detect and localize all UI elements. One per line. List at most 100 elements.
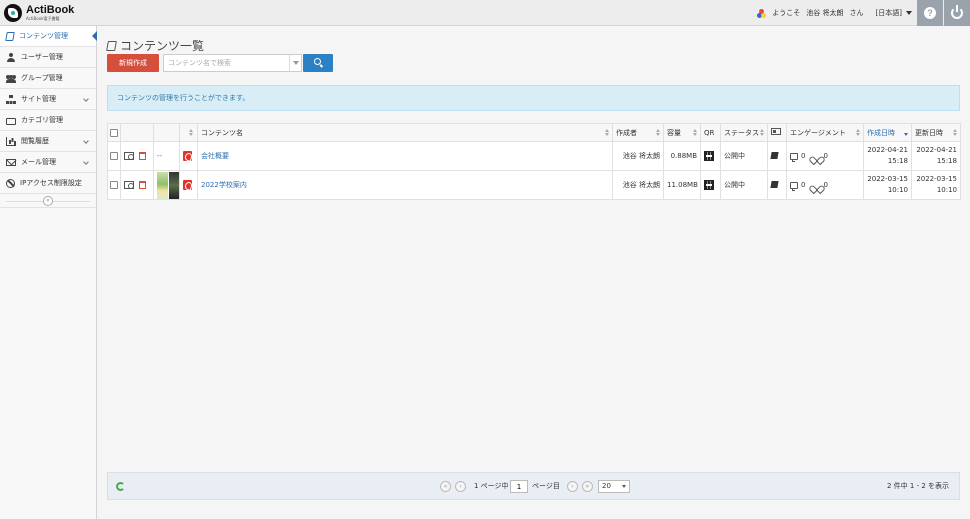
- sort-icon[interactable]: [189, 128, 193, 137]
- content-name-link[interactable]: 会社概要: [201, 152, 229, 160]
- content-table: コンテンツ名 作成者 容量 QR ステータス エンゲージメント 作成日時 更新日…: [107, 123, 961, 200]
- sidebar-item-label: メール管理: [21, 158, 56, 166]
- sidebar-collapse-row: «: [0, 194, 96, 208]
- updated-header[interactable]: 更新日時: [911, 123, 961, 142]
- sort-icon: [605, 129, 609, 137]
- book-icon: [106, 40, 117, 51]
- sidebar-item-categories[interactable]: カテゴリ管理: [0, 110, 96, 131]
- sidebar-item-mail[interactable]: メール管理: [0, 152, 96, 173]
- pdf-icon: [183, 151, 192, 161]
- updated-time: 10:10: [936, 186, 957, 194]
- sidebar-item-ip-restriction[interactable]: IPアクセス制限設定: [0, 173, 96, 194]
- sidebar-item-users[interactable]: ユーザー管理: [0, 47, 96, 68]
- row-author: 池谷 将太朗: [612, 141, 664, 171]
- group-icon: [6, 74, 16, 83]
- sidebar-item-label: カテゴリ管理: [21, 116, 63, 124]
- card-icon: [771, 128, 781, 135]
- sort-icon: [656, 129, 660, 137]
- trash-icon[interactable]: [139, 181, 146, 189]
- qr-code-icon[interactable]: [704, 180, 714, 190]
- next-page-button[interactable]: ›: [567, 481, 578, 492]
- last-page-button[interactable]: »: [582, 481, 593, 492]
- preview-icon[interactable]: [124, 181, 134, 189]
- updated-date: 2022-04-21: [916, 146, 957, 154]
- sort-icon: [760, 129, 764, 137]
- heart-icon: [812, 153, 820, 160]
- status-header[interactable]: ステータス: [720, 123, 768, 142]
- search-icon: [314, 58, 321, 65]
- search-button[interactable]: [303, 54, 333, 72]
- sidebar-item-label: グループ管理: [21, 74, 63, 82]
- pagination-summary: 2 件中 1 - 2 を表示: [886, 482, 949, 490]
- caret-down-icon: [906, 11, 912, 15]
- sidebar-item-label: IPアクセス制限設定: [20, 179, 82, 187]
- trash-icon[interactable]: [139, 152, 146, 160]
- content-name-link[interactable]: 2022学校案内: [201, 181, 247, 189]
- actions-header: [120, 123, 154, 142]
- logout-button[interactable]: [944, 0, 970, 26]
- engagement-header[interactable]: エンゲージメント: [786, 123, 864, 142]
- sort-icon: [953, 129, 957, 137]
- table-row: 2022学校案内 池谷 将太朗 11.08MB 公開中 00 2022-03-1…: [107, 170, 961, 200]
- sidebar-item-groups[interactable]: グループ管理: [0, 68, 96, 89]
- row-checkbox[interactable]: [110, 181, 118, 189]
- sidebar-item-label: 閲覧履歴: [21, 137, 49, 145]
- page-number-input[interactable]: [510, 480, 528, 493]
- author-header[interactable]: 作成者: [612, 123, 664, 142]
- type-card-header: [767, 123, 787, 142]
- sidebar-item-content[interactable]: コンテンツ管理: [0, 26, 97, 47]
- row-size: 11.08MB: [663, 170, 701, 200]
- sidebar-item-history[interactable]: 閲覧履歴: [0, 131, 96, 152]
- select-all-checkbox[interactable]: [110, 128, 118, 137]
- prev-page-button[interactable]: ‹: [455, 481, 466, 492]
- actibook-logo[interactable]: ActiBook ActiBook電子書籍: [4, 3, 96, 23]
- name-header[interactable]: コンテンツ名: [197, 123, 613, 142]
- row-status: 公開中: [720, 170, 768, 200]
- created-time: 10:10: [887, 186, 908, 194]
- comment-count: 0: [801, 181, 806, 189]
- honorific: さん: [849, 9, 864, 17]
- size-header[interactable]: 容量: [663, 123, 701, 142]
- qr-code-icon[interactable]: [704, 151, 714, 161]
- sort-icon: [856, 129, 860, 137]
- updated-time: 15:18: [936, 157, 957, 165]
- per-page-select[interactable]: 20: [598, 480, 630, 493]
- mail-icon: [6, 159, 16, 166]
- info-message: コンテンツの管理を行うことができます。: [107, 85, 960, 111]
- first-page-button[interactable]: «: [440, 481, 451, 492]
- row-status: 公開中: [720, 141, 768, 171]
- folder-icon: [6, 117, 16, 125]
- search-dropdown-toggle[interactable]: [289, 55, 301, 71]
- refresh-icon[interactable]: [116, 482, 125, 491]
- sidebar-collapse-button[interactable]: «: [43, 195, 53, 206]
- page-title-text: コンテンツ一覧: [120, 39, 205, 53]
- book-icon: [770, 180, 779, 188]
- row-checkbox[interactable]: [110, 152, 118, 160]
- type-header: [179, 123, 198, 142]
- sidebar: コンテンツ管理 ユーザー管理 グループ管理 サイト管理 カテゴリ管理 閲覧履歴 …: [0, 26, 97, 519]
- chevron-down-icon: [83, 138, 89, 144]
- user-area: ようこそ 池谷 将太朗 さん [日本語]: [757, 0, 912, 26]
- sidebar-item-sites[interactable]: サイト管理: [0, 89, 96, 110]
- row-thumbnail-image[interactable]: [157, 171, 179, 199]
- new-content-button[interactable]: 新規作成: [107, 54, 159, 72]
- power-icon: [951, 5, 963, 19]
- sidebar-item-label: ユーザー管理: [21, 53, 63, 61]
- search-input[interactable]: [164, 55, 288, 71]
- language-selector[interactable]: [日本語]: [876, 8, 912, 18]
- logo-subtitle: ActiBook電子書籍: [26, 16, 60, 21]
- thumbnail-header: [153, 123, 180, 142]
- help-button[interactable]: ?: [917, 0, 943, 26]
- row-author: 池谷 将太朗: [612, 170, 664, 200]
- created-header[interactable]: 作成日時: [863, 123, 912, 142]
- table-row: -- 会社概要 池谷 将太朗 0.88MB 公開中 00 2022-04-21 1…: [107, 141, 961, 171]
- updated-date: 2022-03-15: [916, 175, 957, 183]
- sort-desc-icon: [904, 129, 908, 137]
- preview-icon[interactable]: [124, 152, 134, 160]
- book-icon: [770, 151, 779, 159]
- logo-mark-icon: [4, 4, 22, 22]
- row-size: 0.88MB: [663, 141, 701, 171]
- page-prefix: 1 ページ中: [474, 482, 509, 490]
- ban-icon: [6, 178, 15, 188]
- sort-icon: [693, 129, 697, 137]
